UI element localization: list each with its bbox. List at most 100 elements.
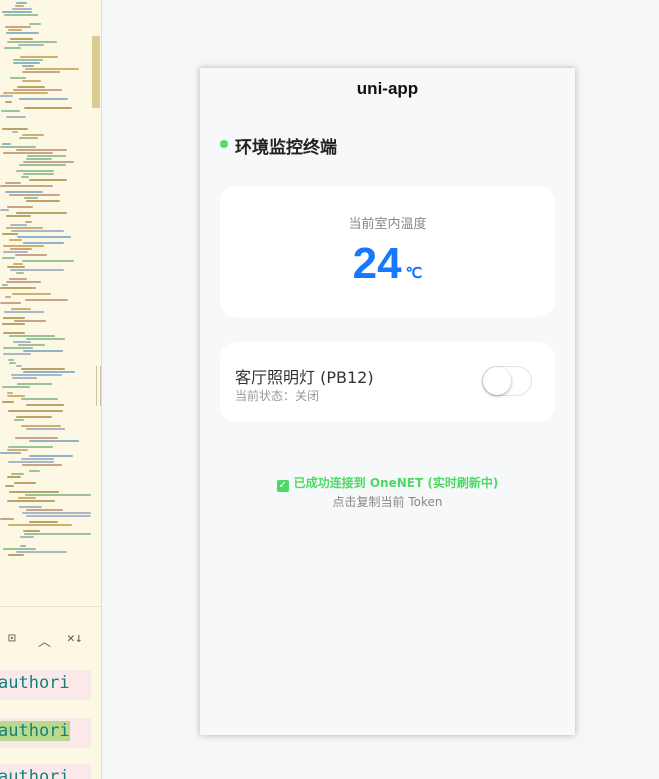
- minimap-line: [0, 146, 36, 148]
- minimap-line: [3, 332, 25, 334]
- connection-text: 已成功连接到 OneNET (实时刷新中): [293, 476, 499, 490]
- minimap-line: [16, 212, 67, 214]
- minimap-line: [11, 473, 24, 475]
- minimap-line: [15, 254, 47, 256]
- minimap-line: [3, 317, 25, 319]
- minimap-line: [19, 164, 66, 166]
- temperature-display: 24 ℃: [220, 239, 555, 289]
- minimap-line: [6, 281, 41, 283]
- toggle-knob: [483, 367, 511, 395]
- minimap-line: [23, 242, 64, 244]
- minimap-line: [26, 515, 91, 517]
- minimap-line: [13, 62, 40, 64]
- minimap-line: [16, 149, 67, 151]
- minimap-line: [3, 92, 48, 94]
- minimap-line: [19, 137, 38, 139]
- minimap-line: [0, 209, 9, 211]
- minimap-line: [15, 437, 58, 439]
- minimap-line: [2, 323, 25, 325]
- minimap-line: [7, 41, 57, 43]
- minimap-line: [25, 299, 68, 301]
- minimap-line: [7, 392, 13, 394]
- minimap-line: [5, 101, 12, 103]
- minimap-line: [23, 161, 74, 163]
- minimap-line: [11, 308, 31, 310]
- minimap-line: [8, 461, 54, 463]
- minimap-line: [5, 296, 11, 298]
- minimap-line: [14, 320, 46, 322]
- minimap-line: [7, 500, 55, 502]
- minimap-line: [13, 263, 23, 265]
- minimap-line: [10, 224, 27, 226]
- minimap-line: [26, 200, 60, 202]
- minimap-line: [16, 170, 54, 172]
- minimap-line: [0, 185, 53, 187]
- minimap-line: [9, 335, 55, 337]
- minimap-line: [7, 206, 33, 208]
- minimap-line: [9, 278, 27, 280]
- minimap-line: [25, 68, 79, 70]
- minimap-line: [22, 134, 44, 136]
- minimap-line: [21, 398, 58, 400]
- minimap-line: [11, 230, 64, 232]
- minimap-line: [5, 26, 31, 28]
- minimap-line: [10, 248, 32, 250]
- minimap-line: [26, 158, 52, 160]
- editor-gutter: [91, 668, 101, 779]
- minimap-line: [29, 470, 40, 472]
- close-panel-icon[interactable]: ✕↓: [67, 631, 83, 646]
- minimap-line: [7, 476, 21, 478]
- code-text: authori: [0, 673, 70, 693]
- minimap-line: [19, 98, 68, 100]
- minimap-line: [15, 5, 24, 7]
- terminal-icon[interactable]: ⊡: [8, 631, 16, 646]
- minimap-line: [3, 347, 33, 349]
- minimap-line: [29, 521, 58, 523]
- minimap-line: [10, 269, 64, 271]
- copy-token-link[interactable]: 点击复制当前 Token: [200, 493, 575, 510]
- minimap-line: [16, 272, 24, 274]
- minimap-line: [25, 221, 32, 223]
- page-title: 环境监控终端: [235, 138, 337, 158]
- minimap-line: [14, 419, 24, 421]
- minimap-line: [3, 353, 31, 355]
- phone-simulator: uni-app 环境监控终端 当前室内温度 24 ℃ 客厅照明灯 (PB12) 当…: [200, 68, 575, 735]
- minimap-line: [2, 143, 11, 145]
- minimap-line: [7, 449, 28, 451]
- navigation-bar: uni-app: [200, 68, 575, 112]
- minimap-line: [26, 338, 65, 340]
- minimap-line: [2, 11, 32, 13]
- minimap-line: [12, 8, 32, 10]
- minimap-line: [16, 416, 52, 418]
- minimap-line: [0, 302, 21, 304]
- panel-resize-handle[interactable]: [96, 366, 101, 406]
- minimap-line: [19, 506, 42, 508]
- navbar-title: uni-app: [356, 79, 419, 98]
- connection-status: ✓ 已成功连接到 OneNET (实时刷新中): [200, 472, 575, 492]
- minimap-line: [21, 458, 54, 460]
- minimap-line: [13, 89, 62, 91]
- collapse-up-icon[interactable]: ︿: [38, 631, 51, 650]
- minimap-line: [4, 311, 44, 313]
- minimap-line: [10, 77, 26, 79]
- minimap-line: [12, 293, 51, 295]
- minimap-line: [22, 260, 74, 262]
- minimap-line: [5, 182, 21, 184]
- minimap-line: [24, 107, 72, 109]
- minimap-line: [12, 131, 18, 133]
- code-line-highlighted: authori: [0, 718, 91, 748]
- minimap-line: [6, 32, 39, 34]
- minimap-line: [2, 284, 8, 286]
- minimap-line: [11, 374, 62, 376]
- minimap-line: [22, 71, 60, 73]
- light-toggle-switch[interactable]: [482, 366, 532, 396]
- minimap-line: [2, 386, 30, 388]
- minimap-line: [2, 257, 15, 259]
- minimap-line: [20, 536, 34, 538]
- temperature-card: 当前室内温度 24 ℃: [220, 186, 555, 317]
- editor-scrollbar[interactable]: [92, 36, 100, 108]
- minimap-line: [18, 497, 36, 499]
- minimap[interactable]: [0, 0, 92, 560]
- minimap-line: [2, 233, 18, 235]
- minimap-line: [26, 404, 64, 406]
